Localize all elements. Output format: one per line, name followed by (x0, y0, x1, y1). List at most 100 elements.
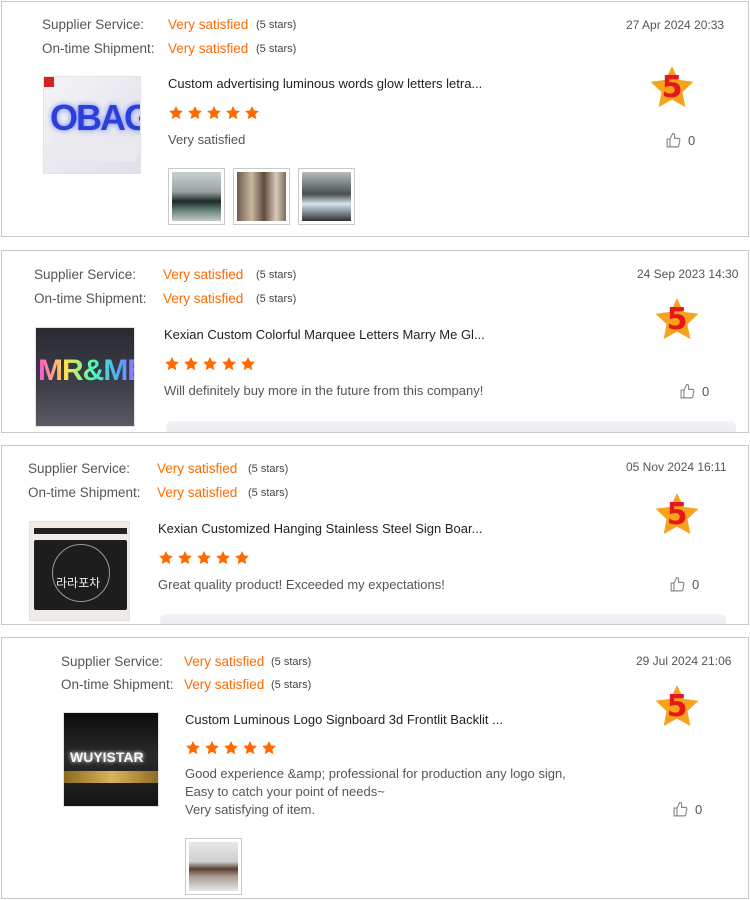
reply-area (160, 614, 726, 624)
ontime-shipment-label: On-time Shipment: (61, 677, 174, 692)
thumbs-up-icon (670, 576, 685, 592)
product-title[interactable]: Custom Luminous Logo Signboard 3d Frontl… (185, 712, 503, 727)
ontime-shipment-label: On-time Shipment: (42, 41, 155, 56)
review-comment-line: Easy to catch your point of needs~ (185, 784, 385, 799)
star-icon (165, 357, 179, 371)
review-card: Supplier Service: Very satisfied (5 star… (1, 250, 749, 433)
supplier-service-row: Supplier Service: Very satisfied (5 star… (28, 461, 328, 479)
star-icon (169, 106, 183, 120)
reply-area (166, 421, 736, 432)
review-date: 24 Sep 2023 14:30 (637, 267, 739, 281)
score-badge: 5 (652, 295, 702, 345)
ontime-shipment-row: On-time Shipment: Very satisfied (5 star… (34, 291, 334, 309)
star-icon (188, 106, 202, 120)
supplier-service-stars: (5 stars) (248, 463, 289, 475)
like-count: 0 (692, 577, 700, 592)
review-date: 29 Jul 2024 21:06 (636, 654, 732, 668)
review-date: 27 Apr 2024 20:33 (626, 18, 725, 32)
review-date: 05 Nov 2024 16:11 (626, 460, 727, 474)
rating-stars (164, 356, 256, 372)
review-card: Supplier Service: Very satisfied (5 star… (1, 1, 749, 237)
like-button[interactable]: 0 (665, 132, 695, 149)
supplier-service-label: Supplier Service: (42, 17, 145, 32)
review-comment: Great quality product! Exceeded my expec… (158, 577, 445, 592)
product-title[interactable]: Kexian Custom Colorful Marquee Letters M… (164, 327, 485, 342)
review-photo[interactable] (298, 168, 355, 225)
star-icon (235, 551, 249, 565)
review-photo[interactable] (168, 168, 225, 225)
supplier-service-stars: (5 stars) (271, 656, 312, 668)
ontime-shipment-row: On-time Shipment: Very satisfied (5 star… (28, 485, 328, 503)
star-icon (222, 357, 236, 371)
ontime-shipment-value: Very satisfied (157, 485, 238, 500)
product-thumbnail[interactable]: OBAGI (43, 76, 141, 174)
star-icon (262, 741, 276, 755)
like-count: 0 (688, 133, 696, 148)
score-value: 5 (666, 689, 688, 724)
rating-stars (185, 740, 277, 756)
thumbs-up-icon (666, 132, 681, 148)
supplier-service-value: Very satisfied (168, 17, 249, 32)
supplier-service-row: Supplier Service: Very satisfied (5 star… (61, 654, 361, 672)
ontime-shipment-value: Very satisfied (168, 41, 249, 56)
like-button[interactable]: 0 (679, 383, 709, 400)
thumbs-up-icon (680, 383, 695, 399)
star-icon (205, 741, 219, 755)
supplier-service-value: Very satisfied (157, 461, 238, 476)
like-count: 0 (695, 802, 703, 817)
product-thumbnail[interactable]: MR&ME (35, 327, 135, 427)
star-icon (197, 551, 211, 565)
star-icon (203, 357, 217, 371)
product-thumbnail[interactable]: 라라포차 (29, 521, 130, 621)
ontime-shipment-value: Very satisfied (184, 677, 265, 692)
thumbs-up-icon (673, 801, 688, 817)
star-icon (216, 551, 230, 565)
product-title[interactable]: Custom advertising luminous words glow l… (168, 76, 482, 91)
ontime-shipment-stars: (5 stars) (256, 43, 297, 55)
ontime-shipment-stars: (5 stars) (271, 679, 312, 691)
review-photo[interactable] (185, 838, 242, 895)
score-badge: 5 (647, 63, 697, 113)
supplier-service-stars: (5 stars) (256, 19, 297, 31)
ontime-shipment-row: On-time Shipment: Very satisfied (5 star… (61, 677, 361, 695)
review-card: Supplier Service: Very satisfied (5 star… (1, 445, 749, 625)
like-button[interactable]: 0 (669, 576, 699, 593)
star-icon (178, 551, 192, 565)
review-card: Supplier Service: Very satisfied (5 star… (1, 637, 749, 899)
product-image-text: 라라포차 (56, 576, 101, 590)
supplier-service-label: Supplier Service: (28, 461, 131, 476)
star-icon (245, 106, 259, 120)
supplier-service-value: Very satisfied (184, 654, 265, 669)
review-photo[interactable] (233, 168, 290, 225)
ontime-shipment-value: Very satisfied (163, 291, 244, 306)
score-value: 5 (666, 302, 688, 337)
review-comment-line: Good experience &amp; professional for p… (185, 766, 566, 781)
product-thumbnail[interactable]: WUYISTAR (63, 712, 159, 807)
star-icon (159, 551, 173, 565)
rating-stars (168, 105, 260, 121)
product-image-text: WUYISTAR (70, 749, 144, 765)
like-button[interactable]: 0 (672, 801, 702, 818)
product-image-text: MR&ME (38, 354, 134, 388)
ontime-shipment-label: On-time Shipment: (34, 291, 147, 306)
review-comment: Will definitely buy more in the future f… (164, 383, 484, 398)
score-value: 5 (661, 70, 683, 105)
review-comment: Very satisfied (168, 132, 246, 147)
ontime-shipment-stars: (5 stars) (248, 487, 289, 499)
ontime-shipment-row: On-time Shipment: Very satisfied (5 star… (42, 41, 342, 59)
rating-stars (158, 550, 250, 566)
review-comment-line: Very satisfying of item. (185, 802, 316, 817)
supplier-service-row: Supplier Service: Very satisfied (5 star… (34, 267, 334, 285)
supplier-service-label: Supplier Service: (61, 654, 164, 669)
ontime-shipment-stars: (5 stars) (256, 293, 297, 305)
score-badge: 5 (652, 682, 702, 732)
score-badge: 5 (652, 490, 702, 540)
supplier-service-value: Very satisfied (163, 267, 244, 282)
score-value: 5 (666, 497, 688, 532)
like-count: 0 (702, 384, 710, 399)
product-title[interactable]: Kexian Customized Hanging Stainless Stee… (158, 521, 482, 536)
star-icon (243, 741, 257, 755)
star-icon (241, 357, 255, 371)
star-icon (184, 357, 198, 371)
star-icon (226, 106, 240, 120)
